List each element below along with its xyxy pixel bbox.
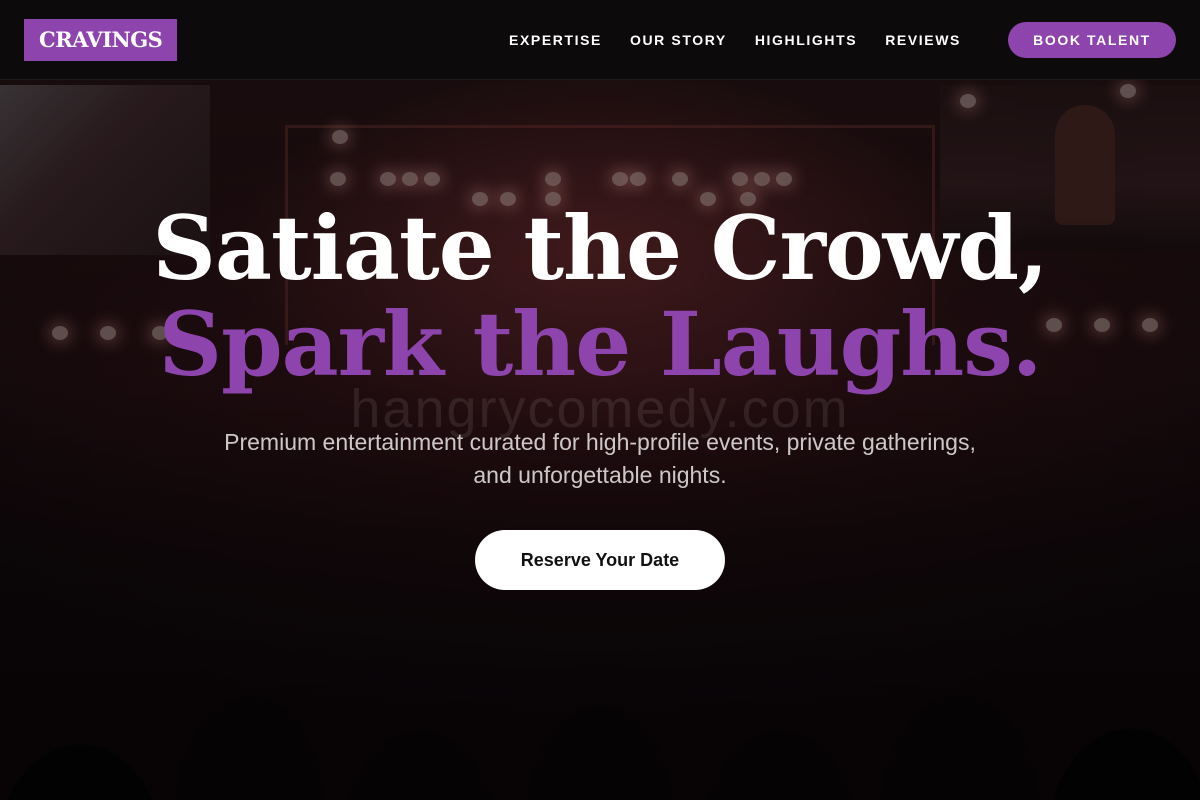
nav-link-our-story[interactable]: OUR STORY: [630, 32, 727, 48]
hero-section: Satiate the Crowd, Spark the Laughs. Pre…: [0, 200, 1200, 492]
reserve-date-button[interactable]: Reserve Your Date: [475, 530, 725, 590]
hero-subtitle: Premium entertainment curated for high-p…: [224, 429, 976, 488]
book-talent-button[interactable]: BOOK TALENT: [1008, 22, 1176, 58]
nav-links: EXPERTISE OUR STORY HIGHLIGHTS REVIEWS: [495, 0, 975, 80]
hero-title: Satiate the Crowd, Spark the Laughs.: [0, 200, 1200, 392]
navbar: CRAVINGS EXPERTISE OUR STORY HIGHLIGHTS …: [0, 0, 1200, 80]
hero-title-line1: Satiate the Crowd,: [152, 196, 1048, 300]
nav-link-highlights[interactable]: HIGHLIGHTS: [755, 32, 857, 48]
hero-title-line2: Spark the Laughs.: [158, 292, 1043, 396]
nav-link-expertise[interactable]: EXPERTISE: [509, 32, 602, 48]
nav-link-reviews[interactable]: REVIEWS: [885, 32, 961, 48]
logo[interactable]: CRAVINGS: [24, 19, 178, 61]
